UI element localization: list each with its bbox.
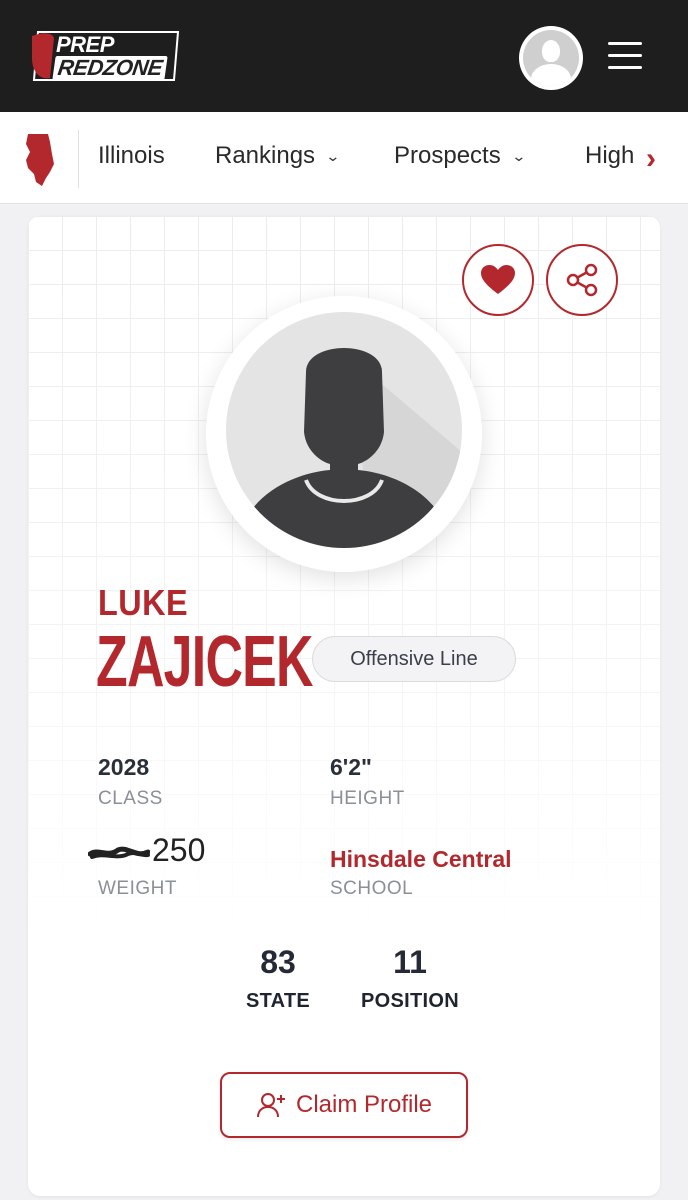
- nav-item-state[interactable]: Illinois: [98, 142, 165, 170]
- person-silhouette-icon: [226, 348, 462, 548]
- top-bar: PREP REDZONE: [0, 0, 688, 112]
- nav-rankings-label: Rankings: [215, 142, 316, 169]
- state-rank-label: STATE: [245, 990, 311, 1012]
- claim-profile-label: Claim Profile: [295, 1091, 433, 1118]
- heart-icon: [481, 265, 515, 294]
- class-label: CLASS: [98, 788, 163, 809]
- nav-divider: [78, 130, 79, 188]
- add-user-icon: [256, 1093, 285, 1118]
- player-photo-frame: [206, 296, 482, 572]
- height-label: HEIGHT: [330, 788, 405, 809]
- position-rank-label: POSITION: [361, 990, 459, 1012]
- class-value: 2028: [98, 754, 150, 780]
- nav-item-rankings[interactable]: Rankings ⌄: [215, 142, 341, 170]
- avatar-icon: [523, 30, 579, 86]
- player-photo-placeholder: [226, 312, 462, 548]
- chevron-down-icon: ⌄: [510, 147, 527, 164]
- nav-prospects-label: Prospects: [394, 142, 501, 169]
- position-rank-value: 11: [393, 944, 427, 980]
- position-badge: Offensive Line: [312, 636, 516, 682]
- player-last-name: ZAJICEK: [96, 622, 313, 702]
- chevron-down-icon: ⌄: [325, 147, 341, 164]
- share-icon: [566, 263, 598, 297]
- claim-profile-button[interactable]: Claim Profile: [220, 1072, 468, 1138]
- chevron-right-icon[interactable]: ›: [646, 142, 656, 176]
- nav-state-label: Illinois: [98, 142, 165, 169]
- position-label: Offensive Line: [350, 647, 478, 670]
- player-profile-card: LUKE ZAJICEK Offensive Line 2028 CLASS 6…: [28, 216, 660, 1196]
- nav-item-prospects[interactable]: Prospects ⌄: [394, 142, 527, 170]
- weight-label: WEIGHT: [98, 878, 177, 899]
- player-first-name: LUKE: [98, 582, 188, 623]
- nav-highlights-label: Highlights: [585, 142, 633, 169]
- favorite-button[interactable]: [462, 244, 534, 316]
- redaction-scribble: [88, 846, 150, 859]
- logo-text-redzone: REDZONE: [52, 55, 168, 80]
- school-link[interactable]: Hinsdale Central: [330, 846, 512, 873]
- section-nav: Illinois Rankings ⌄ Prospects ⌄ Highligh…: [0, 112, 688, 204]
- illinois-map-icon: [26, 134, 54, 186]
- nav-item-highlights[interactable]: Highlights: [585, 112, 633, 204]
- menu-icon[interactable]: [608, 42, 642, 70]
- state-rank-value: 83: [260, 944, 296, 980]
- school-label: SCHOOL: [330, 878, 414, 899]
- weight-value: 250: [152, 832, 206, 868]
- height-value: 6'2": [330, 754, 372, 780]
- share-button[interactable]: [546, 244, 618, 316]
- prep-redzone-logo[interactable]: PREP REDZONE: [28, 28, 184, 84]
- user-avatar-button[interactable]: [519, 26, 583, 90]
